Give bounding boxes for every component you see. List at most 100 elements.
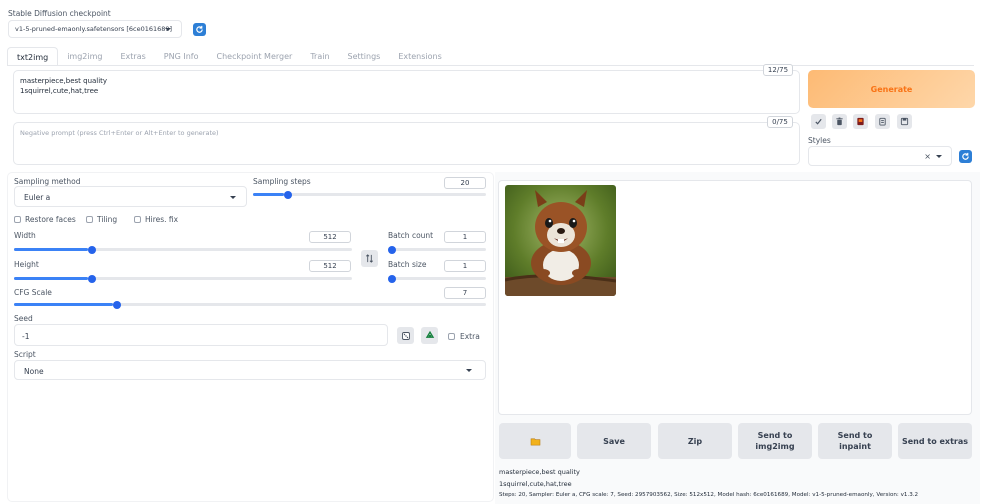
width-thumb[interactable] (88, 245, 97, 254)
script-dropdown[interactable]: None (14, 360, 486, 380)
tab-png-info[interactable]: PNG Info (155, 47, 208, 66)
send-to-inpaint-line-2: inpaint (839, 442, 871, 451)
chevron-down-icon (230, 196, 236, 199)
checkpoint-dropdown[interactable]: v1-5-pruned-emaonly.safetensors [6ce0161… (8, 20, 182, 38)
chevron-down-icon (936, 155, 942, 158)
seed-input[interactable]: -1 (14, 324, 388, 346)
seed-value: -1 (22, 332, 30, 341)
send-to-img2img-button[interactable]: Send to img2img (738, 423, 812, 459)
generation-info-line-2: 1squirrel,cute,hat,tree (499, 480, 572, 488)
prompt-textarea[interactable]: masterpiece,best quality 1squirrel,cute,… (13, 70, 800, 114)
card-icon (857, 117, 864, 126)
tab-divider (7, 65, 974, 66)
clear-prompt-button[interactable] (832, 114, 847, 129)
negative-prompt-textarea[interactable]: Negative prompt (press Ctrl+Enter or Alt… (13, 122, 800, 165)
cfg-scale-input[interactable]: 7 (444, 287, 486, 299)
hires-fix-label: Hires. fix (145, 215, 179, 224)
checkbox-box[interactable] (14, 216, 21, 223)
tab-settings[interactable]: Settings (339, 47, 390, 66)
negative-prompt-token-counter: 0/75 (767, 116, 793, 128)
save-button[interactable]: Save (577, 423, 651, 459)
height-slider[interactable] (14, 274, 352, 283)
cfg-scale-label: CFG Scale (14, 288, 52, 297)
clear-styles-icon[interactable]: × (924, 152, 931, 161)
chevron-down-icon (165, 28, 171, 31)
open-folder-button[interactable] (499, 423, 571, 459)
generated-image-thumbnail[interactable] (505, 185, 616, 296)
refresh-icon (962, 152, 969, 160)
batch-count-input[interactable]: 1 (444, 231, 486, 243)
send-to-extras-button[interactable]: Send to extras (898, 423, 972, 459)
tab-checkpoint-merger[interactable]: Checkpoint Merger (207, 47, 301, 66)
height-label: Height (14, 260, 39, 269)
batch-size-label: Batch size (388, 260, 427, 269)
batch-count-thumb[interactable] (388, 245, 396, 254)
hires-fix-checkbox[interactable]: Hires. fix (134, 215, 178, 224)
check-icon (815, 118, 822, 125)
random-seed-button[interactable] (397, 327, 414, 344)
sampling-method-value: Euler a (24, 193, 51, 202)
trash-icon (836, 117, 843, 126)
batch-count-slider[interactable] (388, 245, 486, 254)
tab-extras[interactable]: Extras (111, 47, 154, 66)
restore-faces-checkbox[interactable]: Restore faces (14, 215, 76, 224)
sampling-steps-slider[interactable] (253, 190, 486, 199)
refresh-styles-button[interactable] (959, 150, 972, 163)
reuse-seed-button[interactable] (421, 327, 438, 344)
sampling-steps-input[interactable]: 20 (444, 177, 486, 189)
batch-count-label: Batch count (388, 231, 434, 240)
swap-dimensions-button[interactable] (361, 250, 378, 267)
width-slider[interactable] (14, 245, 352, 254)
generation-info-line-1: masterpiece,best quality (499, 468, 580, 476)
tab-extensions[interactable]: Extensions (389, 47, 450, 66)
save-style-button[interactable] (897, 114, 912, 129)
tiling-checkbox[interactable]: Tiling (86, 215, 117, 224)
refresh-icon (196, 25, 203, 33)
zip-button[interactable]: Zip (658, 423, 732, 459)
send-to-inpaint-line-1: Send to (837, 431, 873, 440)
show-extra-networks-button[interactable] (853, 114, 868, 129)
batch-size-thumb[interactable] (388, 274, 396, 283)
batch-size-input[interactable]: 1 (444, 260, 486, 272)
batch-size-slider[interactable] (388, 274, 486, 283)
send-to-img2img-line-1: Send to (757, 431, 793, 440)
sampling-steps-thumb[interactable] (283, 190, 292, 199)
swap-arrows-icon (366, 254, 373, 263)
height-fill (14, 277, 89, 280)
prompt-token-counter: 12/75 (763, 64, 793, 76)
checkpoint-label: Stable Diffusion checkpoint (8, 9, 111, 18)
cfg-scale-slider[interactable] (14, 300, 486, 309)
height-input[interactable]: 512 (309, 260, 351, 272)
prompt-line-1: masterpiece,best quality (20, 77, 108, 85)
refresh-checkpoint-button[interactable] (193, 23, 206, 36)
width-fill (14, 248, 89, 251)
send-to-inpaint-button[interactable]: Send to inpaint (818, 423, 892, 459)
tab-img2img[interactable]: img2img (58, 47, 111, 66)
tiling-label: Tiling (97, 215, 118, 224)
squirrel-image (505, 185, 616, 296)
tab-txt2img[interactable]: txt2img (7, 47, 59, 66)
sampling-method-dropdown[interactable]: Euler a (14, 186, 247, 207)
checkbox-box[interactable] (134, 216, 141, 223)
styles-label: Styles (808, 136, 831, 145)
recycle-icon (425, 330, 434, 338)
width-input[interactable]: 512 (309, 231, 351, 243)
floppy-disk-icon (900, 117, 909, 126)
negative-prompt-placeholder: Negative prompt (press Ctrl+Enter or Alt… (20, 129, 219, 137)
generate-button[interactable]: Generate (808, 70, 975, 108)
cfg-scale-thumb[interactable] (113, 300, 122, 309)
checkbox-box[interactable] (448, 333, 455, 340)
width-label: Width (14, 231, 36, 240)
tab-train[interactable]: Train (301, 47, 338, 66)
sampling-method-label: Sampling method (14, 177, 81, 186)
folder-icon (530, 438, 540, 445)
sampling-steps-label: Sampling steps (253, 177, 311, 186)
styles-dropdown[interactable]: × (808, 146, 952, 166)
apply-styles-button[interactable] (811, 114, 826, 129)
extra-seed-checkbox[interactable]: Extra (448, 332, 480, 341)
script-value: None (24, 367, 44, 376)
height-thumb[interactable] (88, 274, 97, 283)
checkbox-box[interactable] (86, 216, 93, 223)
load-style-button[interactable] (875, 114, 890, 129)
restore-faces-label: Restore faces (25, 215, 76, 224)
